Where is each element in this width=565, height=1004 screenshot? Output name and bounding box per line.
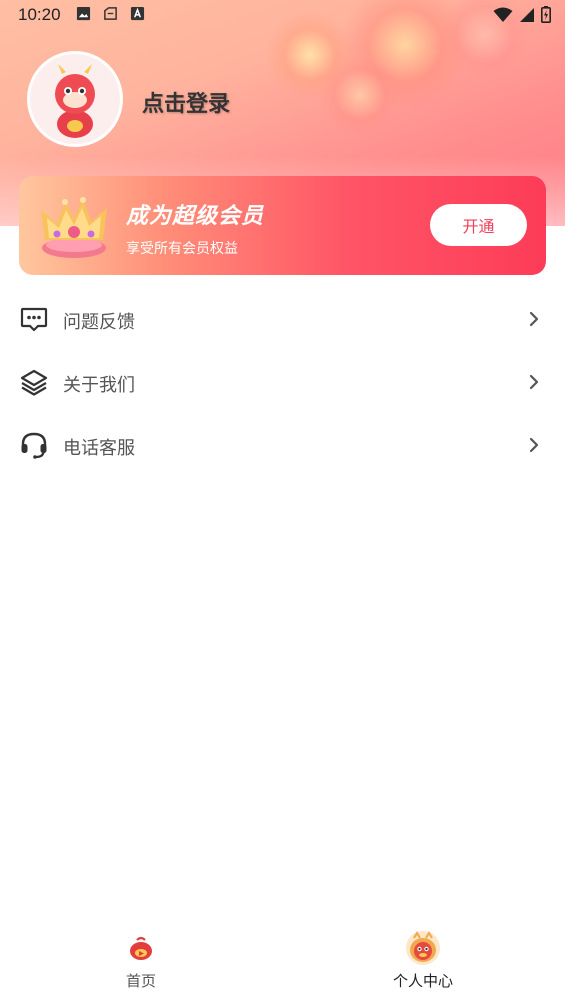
menu-item-phone-support[interactable]: 电话客服	[0, 414, 565, 477]
chevron-right-icon	[529, 374, 539, 390]
avatar[interactable]	[27, 51, 123, 147]
image-notification-icon	[76, 6, 91, 21]
menu-item-feedback[interactable]: 问题反馈	[0, 288, 565, 351]
chevron-right-icon	[529, 437, 539, 453]
feedback-chat-icon	[20, 307, 48, 332]
status-time: 10:20	[18, 5, 61, 24]
tab-home[interactable]: 首页	[41, 922, 241, 1004]
wifi-icon	[493, 7, 513, 22]
chevron-right-icon	[529, 311, 539, 327]
settings-menu: 问题反馈 关于我们 电话客服	[0, 288, 565, 477]
menu-item-label: 关于我们	[63, 375, 135, 396]
font-notification-icon	[130, 6, 145, 21]
tab-label: 个人中心	[392, 972, 453, 990]
dragon-mascot-icon	[55, 64, 95, 138]
profile-mascot-icon	[406, 931, 440, 965]
crown-icon	[41, 197, 107, 258]
tab-label: 首页	[125, 972, 156, 990]
battery-icon	[541, 6, 551, 23]
tab-profile[interactable]: 个人中心	[323, 922, 523, 1004]
vip-title: 成为超级会员	[126, 204, 265, 229]
menu-item-label: 问题反馈	[63, 312, 135, 333]
activate-vip-button[interactable]: 开通	[430, 204, 527, 246]
home-mascot-icon	[130, 936, 152, 960]
menu-item-about[interactable]: 关于我们	[0, 351, 565, 414]
headset-icon	[21, 432, 47, 459]
status-bar: 10:20	[0, 0, 565, 32]
bottom-tab-bar: 首页 个人中心	[0, 922, 565, 1004]
cellular-signal-icon	[520, 7, 534, 22]
login-prompt[interactable]: 点击登录	[142, 86, 230, 118]
layers-icon	[20, 369, 48, 396]
menu-item-label: 电话客服	[63, 438, 135, 459]
folder-notification-icon	[104, 7, 117, 20]
vip-subtitle: 享受所有会员权益	[126, 241, 238, 257]
vip-banner[interactable]: 成为超级会员 享受所有会员权益 开通	[19, 176, 546, 275]
